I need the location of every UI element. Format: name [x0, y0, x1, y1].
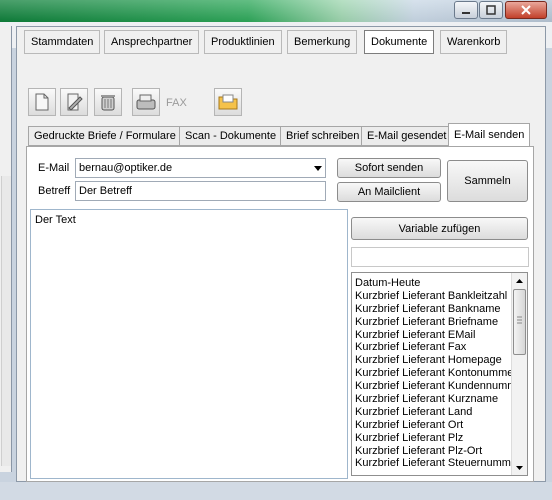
- list-item[interactable]: Kurzbrief Lieferant Ort: [355, 419, 513, 432]
- scroll-up-button[interactable]: [512, 273, 527, 288]
- list-item[interactable]: Datum-Heute: [355, 277, 513, 290]
- fax-label: FAX: [166, 97, 187, 109]
- subtab-brief-schreiben[interactable]: Brief schreiben: [280, 126, 366, 146]
- list-item[interactable]: Kurzbrief Lieferant Kundennummer: [355, 380, 513, 393]
- list-item[interactable]: Kurzbrief Lieferant Land: [355, 406, 513, 419]
- subject-field[interactable]: Der Betreff: [75, 181, 326, 201]
- maximize-icon: [486, 5, 496, 15]
- tab-bemerkung[interactable]: Bemerkung: [287, 30, 358, 54]
- list-item[interactable]: Kurzbrief Lieferant Kurzname: [355, 393, 513, 406]
- chevron-up-icon: [516, 278, 523, 283]
- close-button[interactable]: [505, 1, 547, 19]
- chevron-down-icon: [314, 165, 322, 171]
- trash-icon: [101, 95, 115, 111]
- email-body-textarea[interactable]: Der Text: [30, 209, 348, 479]
- tab-dokumente[interactable]: Dokumente: [364, 30, 435, 54]
- grip-icon: [517, 316, 522, 324]
- tab-ansprechpartner[interactable]: Ansprechpartner: [104, 30, 200, 54]
- minimize-button[interactable]: [454, 1, 478, 19]
- scroll-down-button[interactable]: [512, 460, 527, 475]
- list-item[interactable]: Kurzbrief Lieferant Bankname: [355, 303, 513, 316]
- list-item[interactable]: Kurzbrief Lieferant Bankleitzahl: [355, 290, 513, 303]
- maximize-button[interactable]: [479, 1, 503, 19]
- fax-button[interactable]: [132, 88, 160, 116]
- variable-listbox[interactable]: Datum-Heute Kurzbrief Lieferant Bankleit…: [351, 272, 528, 476]
- close-icon: [521, 5, 531, 15]
- list-item[interactable]: Kurzbrief Lieferant Kontonummer: [355, 367, 513, 380]
- new-document-button[interactable]: [28, 88, 56, 116]
- list-item[interactable]: Kurzbrief Lieferant Plz-Ort: [355, 445, 513, 458]
- collect-button[interactable]: Sammeln: [447, 160, 528, 202]
- new-document-icon: [35, 93, 49, 111]
- open-folder-button[interactable]: [214, 88, 242, 116]
- list-item[interactable]: Kurzbrief Lieferant Plz: [355, 432, 513, 445]
- window-bottom-border: [0, 482, 552, 500]
- tab-produktlinien[interactable]: Produktlinien: [204, 30, 282, 54]
- variable-filter-input[interactable]: [351, 247, 529, 267]
- left-pane: [0, 26, 12, 472]
- scroll-thumb[interactable]: [513, 289, 526, 355]
- list-item[interactable]: Kurzbrief Lieferant EMail: [355, 329, 513, 342]
- list-item[interactable]: Kurzbrief Lieferant Briefname: [355, 316, 513, 329]
- delete-button[interactable]: [94, 88, 122, 116]
- subtab-scan-dokumente[interactable]: Scan - Dokumente: [179, 126, 283, 146]
- tab-warenkorb[interactable]: Warenkorb: [440, 30, 508, 54]
- list-item[interactable]: Kurzbrief Lieferant Fax: [355, 341, 513, 354]
- tab-stammdaten[interactable]: Stammdaten: [24, 30, 101, 54]
- email-label: E-Mail: [38, 162, 70, 174]
- edit-document-icon: [67, 93, 83, 111]
- chevron-down-icon: [516, 465, 523, 470]
- minimize-icon: [462, 12, 470, 14]
- variable-list-scrollbar[interactable]: [511, 273, 527, 475]
- subject-label: Betreff: [38, 185, 71, 197]
- subtab-email-senden[interactable]: E-Mail senden: [448, 123, 531, 147]
- add-variable-button[interactable]: Variable zufügen: [351, 217, 528, 240]
- edit-document-button[interactable]: [60, 88, 88, 116]
- left-pane-scrollbar[interactable]: [1, 176, 11, 466]
- subtab-email-gesendet[interactable]: E-Mail gesendet: [361, 126, 453, 146]
- email-field[interactable]: bernau@optiker.de: [75, 158, 326, 178]
- send-now-button[interactable]: Sofort senden: [337, 158, 441, 178]
- subject-field-value: Der Betreff: [79, 185, 132, 197]
- email-body-value: Der Text: [35, 214, 76, 226]
- variable-list: Datum-Heute Kurzbrief Lieferant Bankleit…: [355, 277, 513, 470]
- email-field-value: bernau@optiker.de: [79, 162, 173, 174]
- subtab-gedruckte-briefe[interactable]: Gedruckte Briefe / Formulare: [28, 126, 182, 146]
- fax-machine-icon: [136, 94, 156, 110]
- email-dropdown-button[interactable]: [313, 162, 323, 174]
- list-item[interactable]: Kurzbrief Lieferant Homepage: [355, 354, 513, 367]
- mail-client-button[interactable]: An Mailclient: [337, 182, 441, 202]
- list-item[interactable]: Kurzbrief Lieferant Steuernummer: [355, 457, 513, 470]
- folder-icon: [218, 94, 238, 110]
